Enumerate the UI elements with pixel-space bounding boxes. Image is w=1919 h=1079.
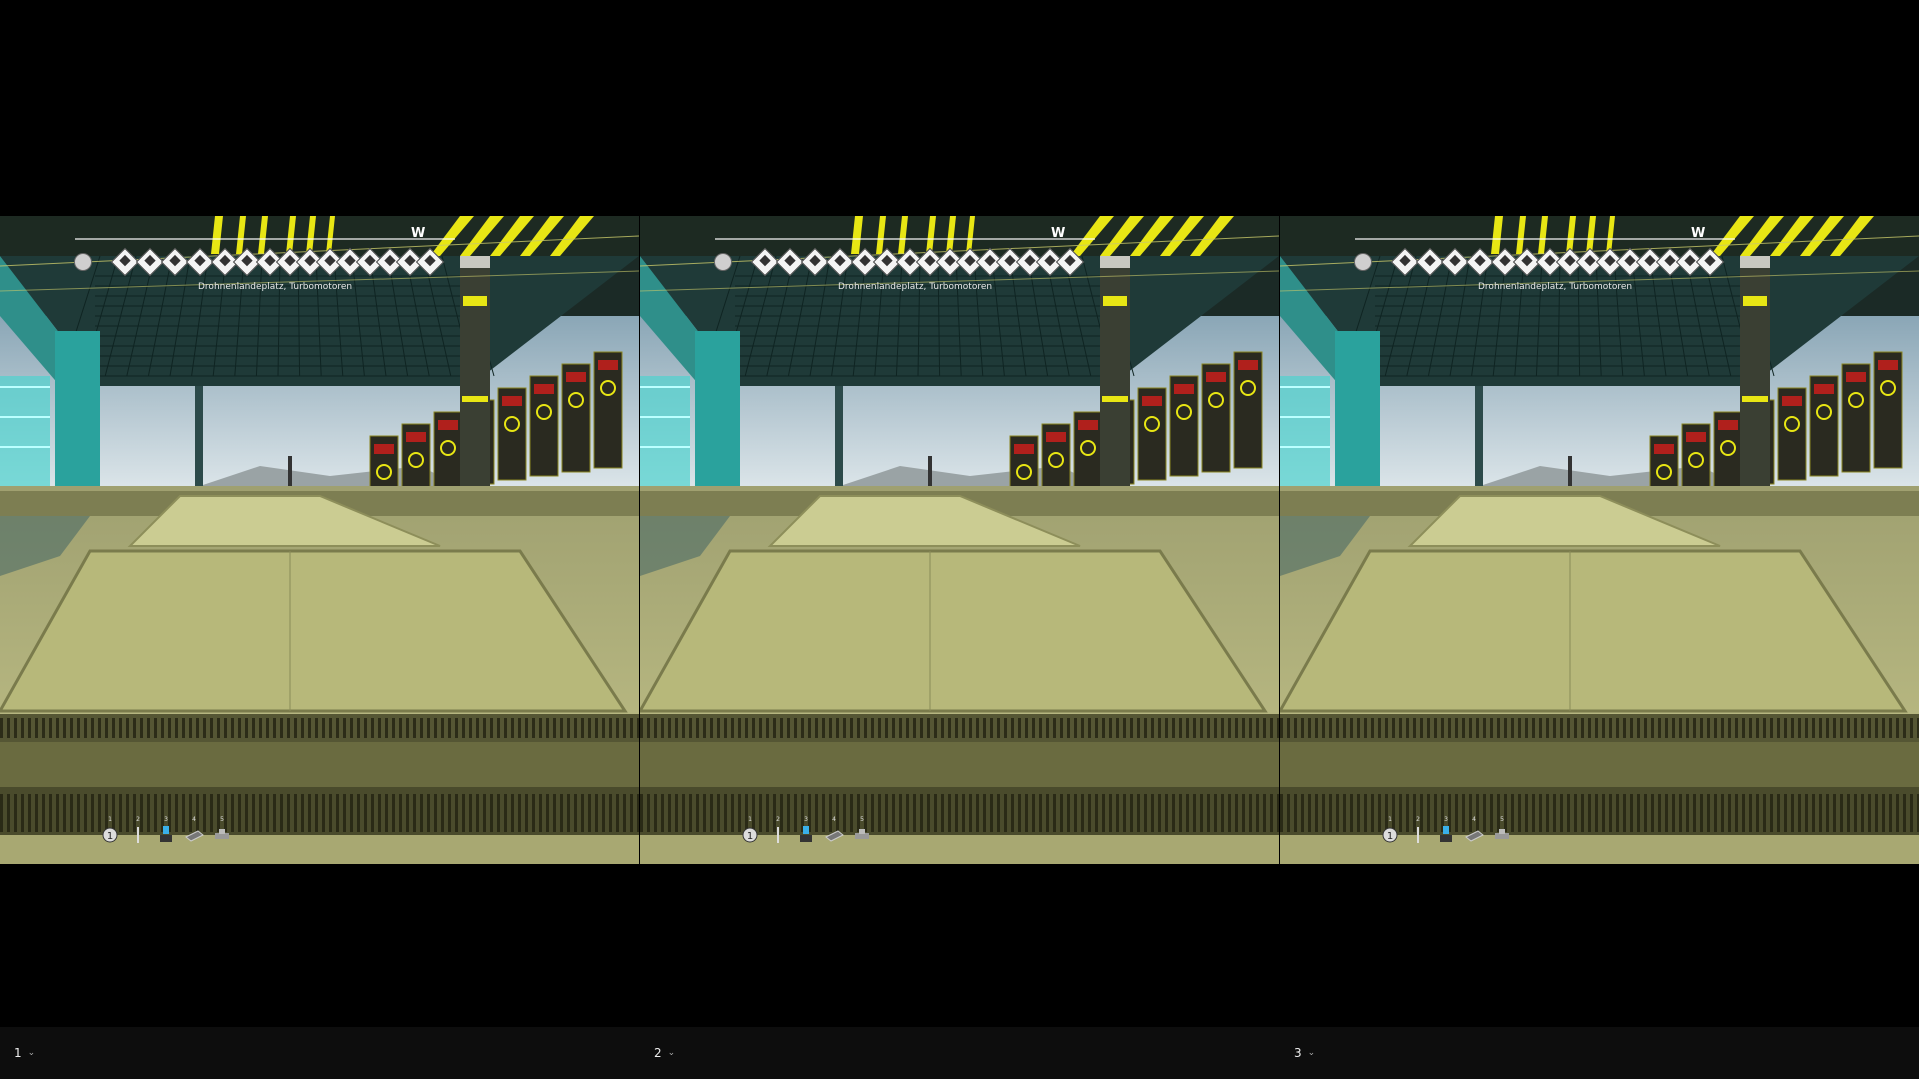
hotbar-slot-1[interactable]: 11 [1380, 816, 1400, 847]
turret-icon [213, 827, 231, 847]
hotbar-slot-3[interactable]: 3 [1436, 816, 1456, 848]
hotbar-slot-4[interactable]: 4 [1464, 816, 1484, 847]
hotbar-slot-1[interactable]: 11 [100, 816, 120, 847]
panel-tab-3[interactable]: 3 ⌄ [1294, 1041, 1315, 1065]
screenshot-panel-1: W Drohnenlandeplatz, Turbomotoren 112345 [0, 216, 639, 864]
hotbar-slot-2[interactable]: 2 [1408, 816, 1428, 848]
hotbar-slot-3[interactable]: 3 [156, 816, 176, 848]
turret-icon [1493, 827, 1511, 847]
panel-tab-label: 2 [654, 1046, 662, 1060]
hotbar-slot-1[interactable]: 11 [740, 816, 760, 847]
platform-icon [824, 828, 844, 847]
hotbar-slot-number: 1 [748, 816, 752, 823]
screenshot-panel-2: W Drohnenlandeplatz, Turbomotoren 112345 [640, 216, 1279, 864]
hotbar-slot-number: 2 [1416, 816, 1420, 823]
screenshot-panel-3: W Drohnenlandeplatz, Turbomotoren 112345 [1280, 216, 1919, 864]
panel-tab-2[interactable]: 2 ⌄ [654, 1041, 675, 1065]
hotbar: 112345 [740, 816, 872, 848]
drone-icon [798, 826, 814, 848]
hotbar: 112345 [100, 816, 232, 848]
hotbar-slot-5[interactable]: 5 [1492, 816, 1512, 847]
hotbar-slot-number: 3 [804, 816, 808, 823]
hotbar-slot-5[interactable]: 5 [852, 816, 872, 847]
hotbar-slot-number: 1 [1388, 816, 1392, 823]
game-scene [0, 216, 639, 864]
hotbar-slot-number: 3 [164, 816, 168, 823]
svg-text:1: 1 [1387, 831, 1393, 842]
panel-tab-1[interactable]: 1 ⌄ [14, 1041, 35, 1065]
hotbar-slot-number: 1 [108, 816, 112, 823]
hotbar-slot-number: 4 [832, 816, 836, 823]
turret-icon [853, 827, 871, 847]
svg-text:1: 1 [107, 831, 113, 842]
hotbar-slot-number: 5 [220, 816, 224, 823]
hotbar-slot-number: 5 [860, 816, 864, 823]
svg-text:1: 1 [747, 831, 753, 842]
comparison-panels: W Drohnenlandeplatz, Turbomotoren 112345 [0, 216, 1919, 864]
hotbar-slot-3[interactable]: 3 [796, 816, 816, 848]
hotbar-slot-number: 5 [1500, 816, 1504, 823]
tool-icon [772, 826, 784, 848]
tool-icon [1412, 826, 1424, 848]
chevron-down-icon[interactable]: ⌄ [668, 1048, 676, 1058]
panel-tab-label: 3 [1294, 1046, 1302, 1060]
panel-selector-bar: 1 ⌄ 2 ⌄ 3 ⌄ [0, 1027, 1919, 1079]
hotbar-slot-4[interactable]: 4 [824, 816, 844, 847]
tool-icon [132, 826, 144, 848]
hotbar-slot-5[interactable]: 5 [212, 816, 232, 847]
hotbar-slot-number: 4 [1472, 816, 1476, 823]
help-icon: 1 [102, 827, 118, 847]
hotbar-slot-2[interactable]: 2 [128, 816, 148, 848]
help-icon: 1 [1382, 827, 1398, 847]
platform-icon [1464, 828, 1484, 847]
game-scene [1280, 216, 1919, 864]
hotbar-slot-number: 3 [1444, 816, 1448, 823]
drone-icon [1438, 826, 1454, 848]
hotbar: 112345 [1380, 816, 1512, 848]
hotbar-slot-2[interactable]: 2 [768, 816, 788, 848]
hotbar-slot-number: 2 [136, 816, 140, 823]
chevron-down-icon[interactable]: ⌄ [28, 1048, 36, 1058]
drone-icon [158, 826, 174, 848]
game-scene [640, 216, 1279, 864]
hotbar-slot-number: 4 [192, 816, 196, 823]
platform-icon [184, 828, 204, 847]
hotbar-slot-number: 2 [776, 816, 780, 823]
help-icon: 1 [742, 827, 758, 847]
chevron-down-icon[interactable]: ⌄ [1308, 1048, 1316, 1058]
panel-tab-label: 1 [14, 1046, 22, 1060]
hotbar-slot-4[interactable]: 4 [184, 816, 204, 847]
